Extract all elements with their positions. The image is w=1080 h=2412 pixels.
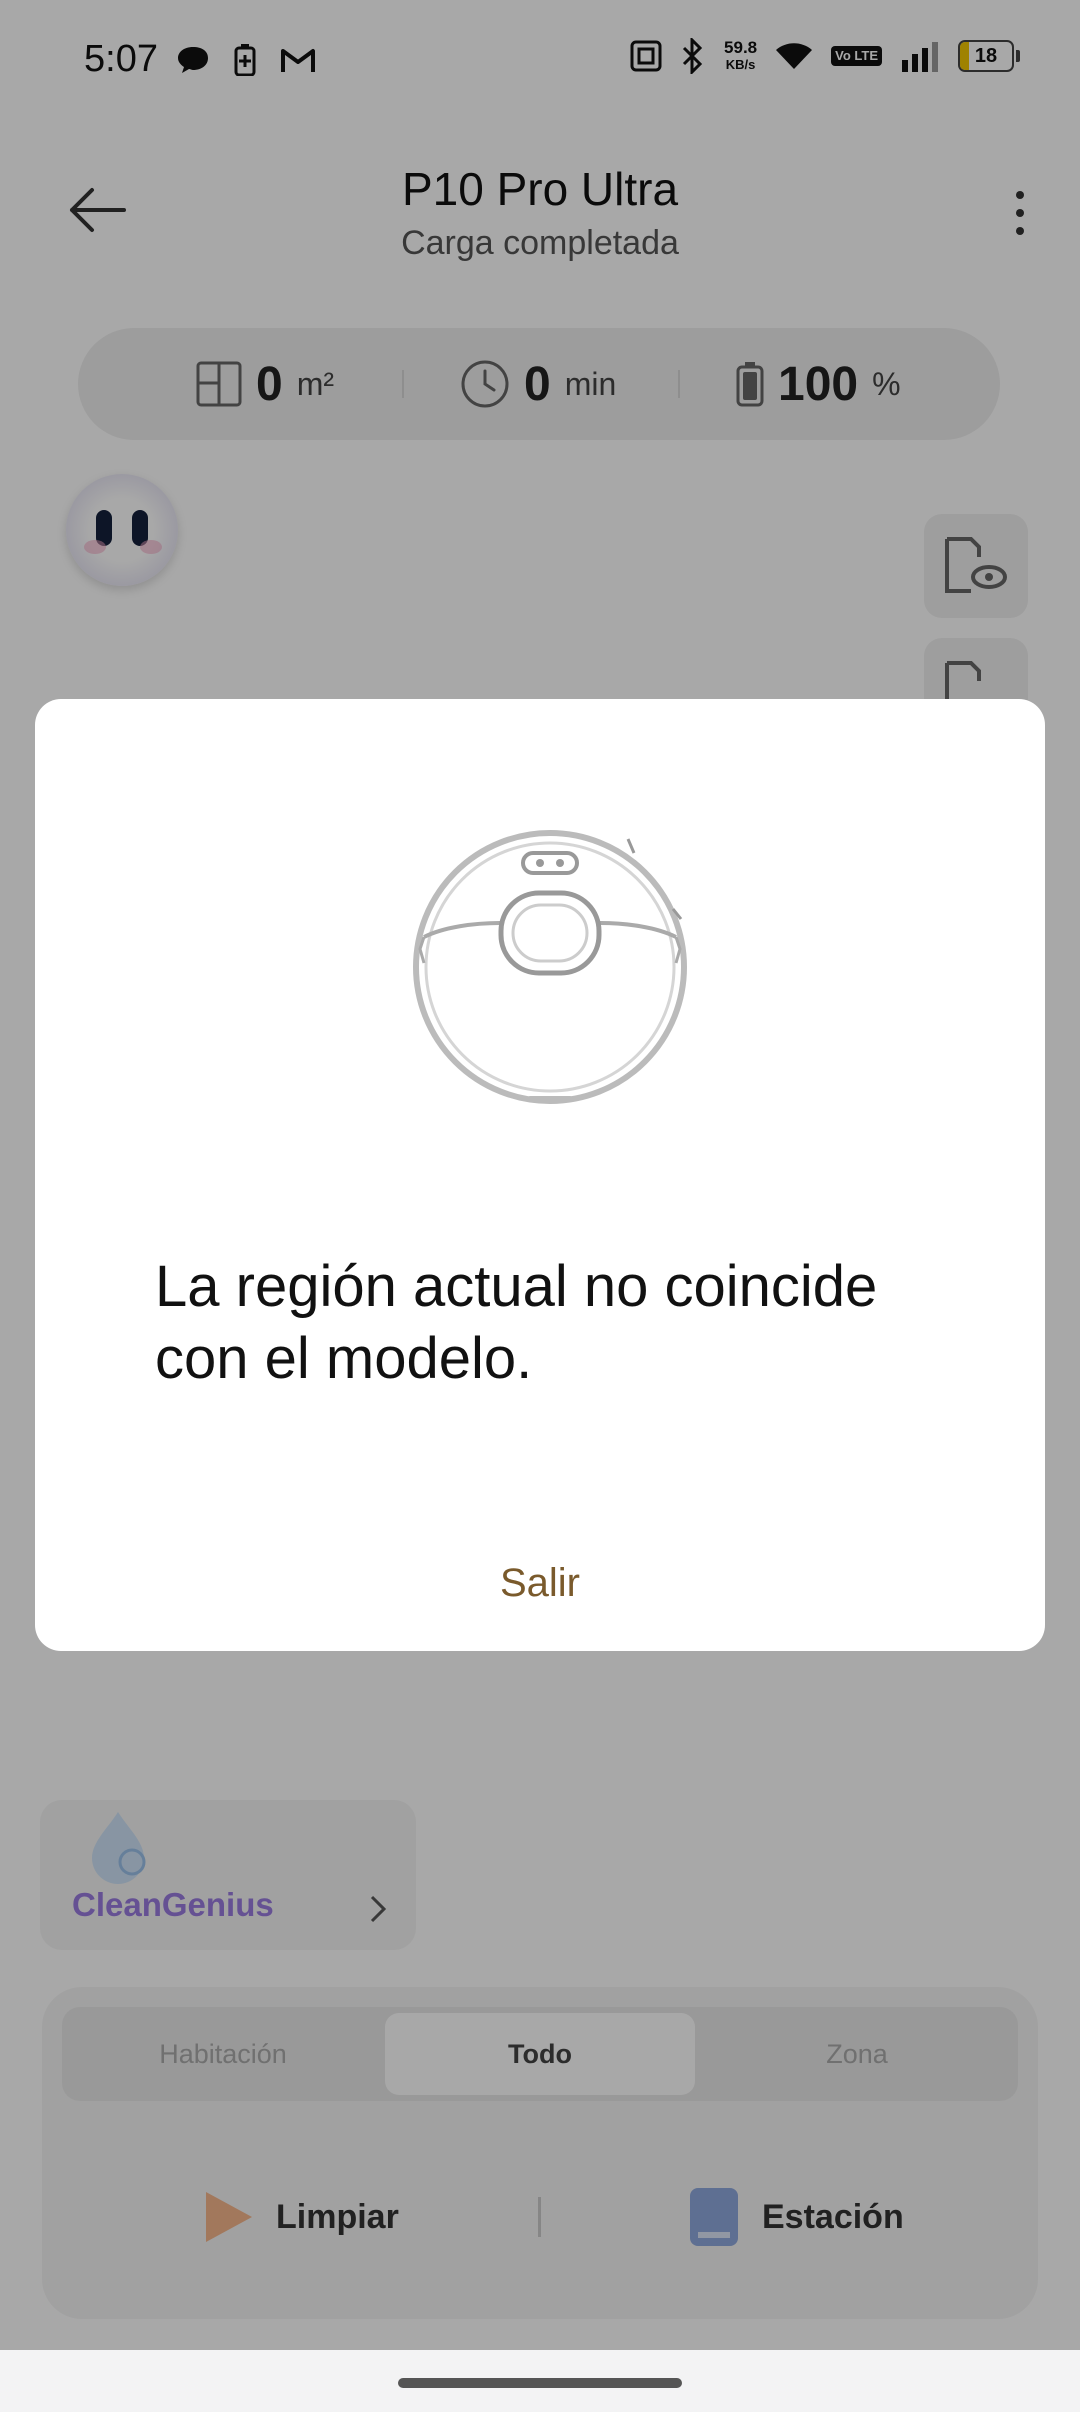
app-screen: 5:07 59.8 KB/s Vo LTE 18 P10 Pro Ultra Ca… (0, 0, 1080, 2350)
dialog-message: La región actual no coincide con el mode… (155, 1254, 878, 1391)
robot-vacuum-illustration (413, 830, 687, 1104)
home-indicator[interactable] (398, 2378, 682, 2388)
region-mismatch-dialog: La región actual no coincide con el mode… (35, 699, 1045, 1651)
exit-button[interactable]: Salir (35, 1561, 1045, 1606)
